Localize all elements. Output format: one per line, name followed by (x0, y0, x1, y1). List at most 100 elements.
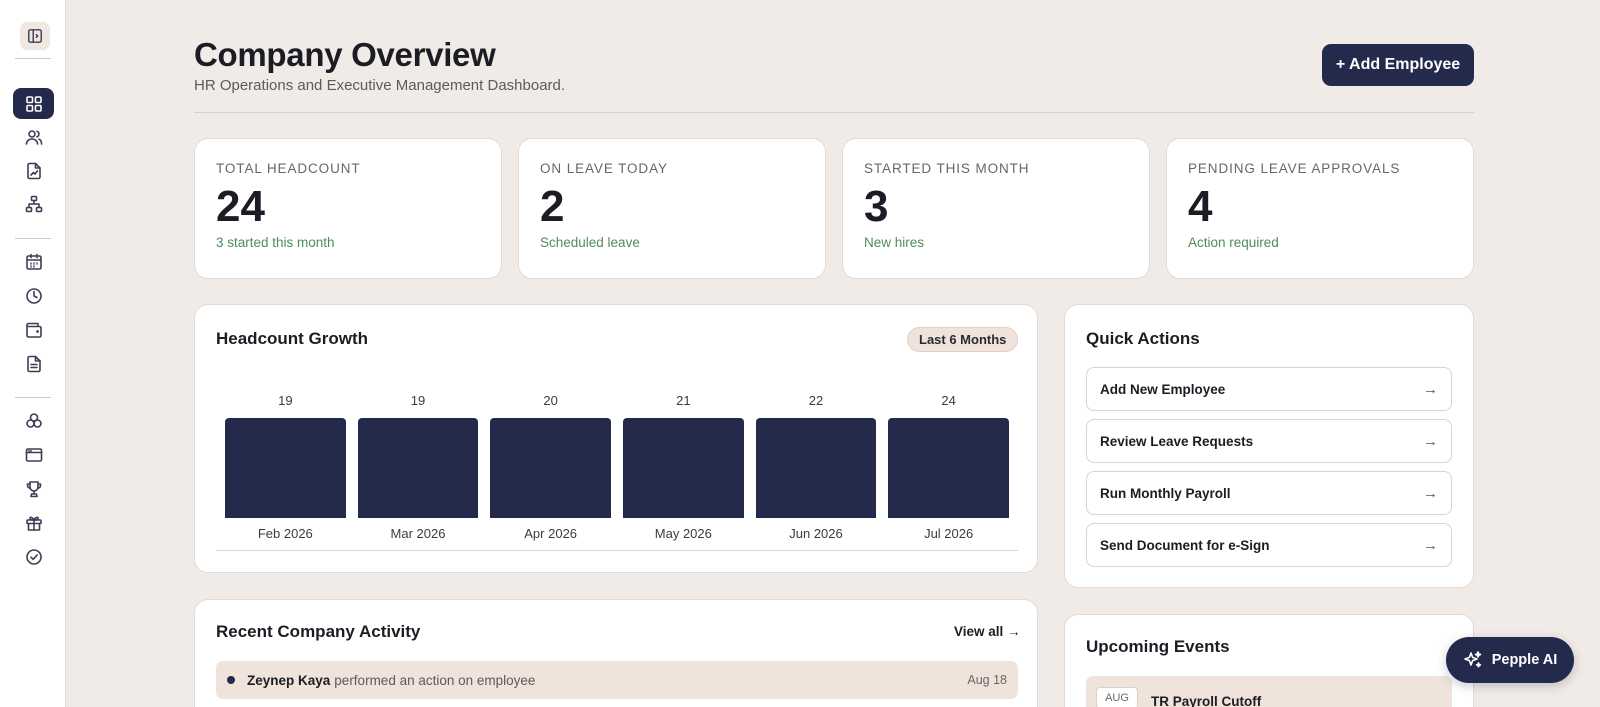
dashboard-grid-icon (25, 95, 42, 112)
chart-bar-value: 20 (543, 393, 558, 408)
sidebar-item-dashboard[interactable] (13, 88, 54, 119)
activity-row[interactable]: Zeynep Kaya performed an action on emplo… (216, 661, 1018, 699)
quick-actions-card: Quick Actions Add New Employee → Review … (1064, 304, 1474, 588)
chart-category-label: Apr 2026 (524, 526, 578, 541)
sidebar-divider (15, 238, 51, 239)
activity-text: performed an action on employee (334, 672, 536, 688)
stat-value: 4 (1188, 182, 1213, 231)
activity-actor: Zeynep Kaya (247, 672, 331, 688)
chart-bar (357, 418, 479, 518)
upcoming-events-card: Upcoming Events AUG TR Payroll Cutoff (1064, 614, 1474, 707)
sidebar-divider (15, 58, 51, 59)
stat-value: 24 (216, 182, 265, 231)
quick-action-label: Add New Employee (1100, 381, 1226, 397)
quick-action-label: Send Document for e-Sign (1100, 537, 1270, 553)
stat-label: On Leave Today (540, 161, 668, 176)
stat-note: Action required (1188, 235, 1279, 250)
gift-icon (25, 516, 42, 531)
quick-action-send-esign[interactable]: Send Document for e-Sign → (1086, 523, 1452, 567)
chart-bar (888, 418, 1009, 518)
event-row[interactable]: AUG TR Payroll Cutoff (1086, 676, 1452, 707)
sidebar-item-time[interactable] (13, 280, 54, 311)
pepple-ai-label: Pepple AI (1491, 652, 1558, 668)
circles-icon (25, 412, 42, 428)
stat-card-started-this-month: Started This Month 3 New hires (842, 138, 1150, 279)
chart-baseline (216, 550, 1018, 551)
chart-category-label: Jun 2026 (789, 526, 843, 541)
file-signature-icon (26, 162, 41, 179)
upcoming-events-title: Upcoming Events (1086, 637, 1230, 656)
stat-card-total-headcount: Total Headcount 24 3 started this month (194, 138, 502, 279)
clock-icon (25, 287, 42, 304)
range-filter-pill[interactable]: Last 6 Months (907, 327, 1019, 352)
sidebar-toggle-icon[interactable] (20, 22, 50, 50)
recent-activity-card: Recent Company Activity View all → Zeyne… (194, 599, 1038, 707)
quick-action-label: Run Monthly Payroll (1100, 485, 1231, 501)
quick-action-label: Review Leave Requests (1100, 433, 1254, 449)
arrow-right-icon: → (1423, 432, 1438, 450)
sidebar-item-payroll[interactable] (13, 314, 54, 345)
org-chart-icon (25, 195, 42, 212)
event-month-badge: AUG (1096, 687, 1138, 707)
browser-window-icon (25, 447, 42, 462)
sidebar-item-calendar[interactable] (13, 246, 54, 277)
chart-category-label: Mar 2026 (390, 526, 446, 541)
stat-note: New hires (864, 235, 925, 250)
quick-action-review-leave[interactable]: Review Leave Requests → (1086, 419, 1452, 463)
chart-category-label: Feb 2026 (257, 526, 313, 541)
headcount-growth-card: Headcount Growth Last 6 Months 19 Feb 202… (194, 304, 1038, 573)
recent-activity-title: Recent Company Activity (216, 622, 421, 641)
document-icon (26, 355, 41, 372)
view-all-link[interactable]: View all → (954, 624, 1021, 639)
sidebar-item-recognition[interactable] (13, 473, 54, 504)
stat-card-on-leave-today: On Leave Today 2 Scheduled leave (518, 138, 826, 279)
chart-bar (225, 418, 346, 518)
chart-bar (755, 418, 877, 518)
sidebar-item-teams[interactable] (13, 405, 54, 436)
trophy-icon (26, 480, 41, 497)
chart-bar (623, 418, 744, 518)
stat-note: 3 started this month (216, 235, 335, 250)
quick-action-run-payroll[interactable]: Run Monthly Payroll → (1086, 471, 1452, 515)
stat-card-pending-leave-approvals: Pending Leave Approvals 4 Action require… (1166, 138, 1474, 279)
stat-label: Started This Month (864, 161, 1030, 176)
arrow-right-icon: → (1423, 484, 1438, 502)
headcount-growth-title: Headcount Growth (216, 329, 369, 348)
sidebar-item-approvals[interactable] (13, 541, 54, 572)
arrow-right-icon: → (1423, 536, 1438, 554)
chart-bar-value: 19 (278, 393, 293, 408)
quick-actions-title: Quick Actions (1086, 329, 1200, 348)
stat-label: Pending Leave Approvals (1188, 161, 1401, 176)
stat-note: Scheduled leave (540, 235, 640, 250)
chart-bar-value: 19 (410, 393, 426, 408)
sidebar-item-documents[interactable] (13, 155, 54, 186)
activity-date: Aug 18 (967, 673, 1007, 687)
stat-value: 3 (864, 182, 889, 231)
chart-category-label: May 2026 (654, 526, 712, 541)
chart-bar-value: 24 (941, 393, 956, 408)
pepple-ai-button[interactable]: Pepple AI (1446, 637, 1574, 683)
users-icon (25, 129, 42, 145)
add-employee-button[interactable]: + Add Employee (1322, 44, 1474, 86)
sidebar-divider (15, 397, 51, 398)
chart-category-label: Jul 2026 (924, 526, 974, 541)
sidebar-item-people[interactable] (13, 121, 54, 152)
stat-value: 2 (540, 182, 565, 231)
chart-bar-value: 21 (676, 393, 691, 408)
stat-label: Total Headcount (216, 161, 361, 176)
chart-bar (490, 418, 611, 518)
sidebar-item-org-chart[interactable] (13, 188, 54, 219)
bullet-dot-icon (227, 676, 235, 684)
quick-action-add-employee[interactable]: Add New Employee → (1086, 367, 1452, 411)
check-circle-icon (25, 548, 42, 565)
arrow-right-icon: → (1423, 380, 1438, 398)
chart-bar-value: 22 (808, 393, 824, 408)
sidebar-item-benefits[interactable] (13, 507, 54, 538)
sidebar-item-reports[interactable] (13, 348, 54, 379)
page-subtitle: HR Operations and Executive Management D… (194, 77, 566, 94)
wallet-icon (25, 322, 42, 338)
event-title: TR Payroll Cutoff (1151, 694, 1262, 707)
sidebar-item-portal[interactable] (13, 439, 54, 470)
sparkles-icon (1463, 651, 1482, 668)
header-divider (194, 112, 1474, 113)
